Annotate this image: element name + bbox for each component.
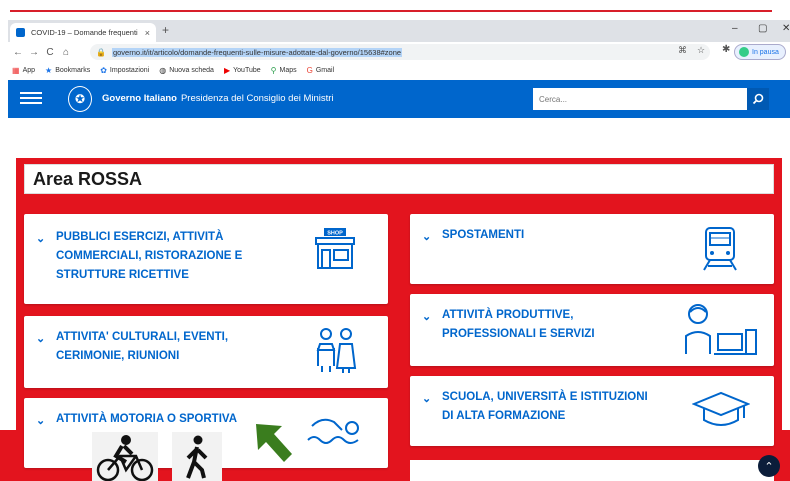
forward-arrow-icon[interactable]: → xyxy=(26,47,42,58)
gmail-icon: G xyxy=(306,65,313,75)
bookmark-impostazioni[interactable]: ✿ Impostazioni xyxy=(100,66,149,75)
chevron-down-icon: ⌄ xyxy=(36,415,46,427)
reload-icon[interactable]: C xyxy=(42,47,58,58)
accordion-scuola-universita[interactable]: ⌄ SCUOLA, UNIVERSITÀ E ISTITUZIONI DI AL… xyxy=(410,376,774,446)
browser-tab[interactable]: COVID-19 – Domande frequenti × xyxy=(10,23,156,42)
chevron-down-icon: ⌄ xyxy=(36,233,46,245)
qr-code-icon[interactable]: ⌘ xyxy=(678,45,687,56)
lock-icon: 🔒 xyxy=(96,47,106,57)
restore-button[interactable]: ▢ xyxy=(758,23,767,34)
accordion-attivita-produttive[interactable]: ⌄ ATTIVITÀ PRODUTTIVE, PROFESSIONALI E S… xyxy=(410,294,774,366)
worker-computer-icon xyxy=(685,304,757,355)
graduation-cap-icon xyxy=(692,391,750,426)
walker-pictogram xyxy=(172,432,222,481)
green-arrow-icon xyxy=(256,424,292,462)
back-arrow-icon[interactable]: ← xyxy=(10,47,26,58)
search-button[interactable] xyxy=(747,88,769,110)
youtube-icon: ▶ xyxy=(223,65,231,75)
tab-title: COVID-19 – Domande frequenti xyxy=(31,28,138,37)
svg-text:SHOP: SHOP xyxy=(327,231,343,237)
gear-icon: ✿ xyxy=(100,65,107,75)
search-icon xyxy=(752,93,764,105)
tab-close-icon[interactable]: × xyxy=(145,28,150,38)
site-header: ✪ Governo Italiano Presidenza del Consigl… xyxy=(8,80,790,118)
new-tab-button[interactable]: + xyxy=(162,23,169,37)
profile-button[interactable]: In pausa xyxy=(734,44,786,60)
chevron-down-icon: ⌄ xyxy=(422,311,432,323)
chevron-down-icon: ⌄ xyxy=(36,333,46,345)
site-brand[interactable]: Governo Italiano Presidenza del Consiglio… xyxy=(102,93,334,104)
url-text: governo.it/it/articolo/domande-frequenti… xyxy=(111,47,403,57)
chevron-down-icon: ⌄ xyxy=(422,231,432,243)
browser-toolbar: ← → C ⌂ 🔒 governo.it/it/articolo/domande… xyxy=(8,42,790,62)
extensions-icon[interactable]: ✱ xyxy=(722,44,730,55)
accordion-pubblici-esercizi[interactable]: ⌄ PUBBLICI ESERCIZI, ATTIVITÀ COMMERCIAL… xyxy=(24,214,388,304)
minimize-button[interactable]: – xyxy=(732,23,738,34)
brand-bold: Governo Italiano xyxy=(102,93,177,104)
apps-grid-icon: ▦ xyxy=(12,65,20,75)
back-to-top-button[interactable]: ⌃ xyxy=(758,455,780,477)
accordion-spostamenti[interactable]: ⌄ SPOSTAMENTI xyxy=(410,214,774,284)
swimmer-icon xyxy=(307,418,359,444)
profile-status: In pausa xyxy=(752,48,779,56)
site-favicon-icon xyxy=(16,28,25,37)
area-title: Area ROSSA xyxy=(24,164,774,194)
bookmarks-bar: ▦ App ★ Bookmarks ✿ Impostazioni ◍ Nuova sch… xyxy=(8,62,790,78)
close-window-button[interactable]: ✕ xyxy=(782,23,790,34)
cyclist-pictogram xyxy=(92,432,158,481)
bookmark-maps[interactable]: ⚲ Maps xyxy=(271,66,297,75)
couple-icon xyxy=(316,328,357,373)
globe-icon: ◍ xyxy=(159,65,167,75)
browser-tab-strip: COVID-19 – Domande frequenti × + – ▢ ✕ xyxy=(8,20,790,42)
home-icon[interactable]: ⌂ xyxy=(58,47,74,58)
chevron-up-icon: ⌃ xyxy=(764,460,774,473)
hamburger-menu-icon[interactable] xyxy=(20,89,42,107)
red-band-left xyxy=(0,430,16,481)
bookmark-star-icon[interactable]: ☆ xyxy=(697,45,705,56)
train-icon xyxy=(703,227,737,271)
next-accordion-partial[interactable] xyxy=(410,460,774,481)
bookmark-youtube[interactable]: ▶ YouTube xyxy=(224,66,261,75)
avatar xyxy=(739,47,749,57)
chevron-down-icon: ⌄ xyxy=(422,393,432,405)
shop-icon: SHOP xyxy=(315,228,355,269)
top-red-line xyxy=(10,10,772,12)
bicycle-icon xyxy=(96,435,154,481)
bookmark-bookmarks[interactable]: ★ Bookmarks xyxy=(45,66,90,75)
red-band-right xyxy=(782,430,790,481)
address-bar[interactable]: 🔒 governo.it/it/articolo/domande-frequen… xyxy=(90,44,710,60)
italian-emblem-icon[interactable]: ✪ xyxy=(68,86,92,112)
walking-person-icon xyxy=(186,435,208,479)
star-icon: ★ xyxy=(45,65,53,75)
brand-subtitle: Presidenza del Consiglio dei Ministri xyxy=(180,93,334,104)
menu-kebab-icon[interactable]: ⋮ xyxy=(786,44,790,55)
accordion-attivita-culturali[interactable]: ⌄ ATTIVITA' CULTURALI, EVENTI, CERIMONIE… xyxy=(24,316,388,388)
bookmark-app[interactable]: ▦ App xyxy=(12,66,35,75)
search-input[interactable] xyxy=(533,88,747,110)
bookmark-nuova-scheda[interactable]: ◍ Nuova scheda xyxy=(159,66,214,75)
bookmark-gmail[interactable]: G Gmail xyxy=(307,66,335,75)
map-pin-icon: ⚲ xyxy=(270,65,277,75)
